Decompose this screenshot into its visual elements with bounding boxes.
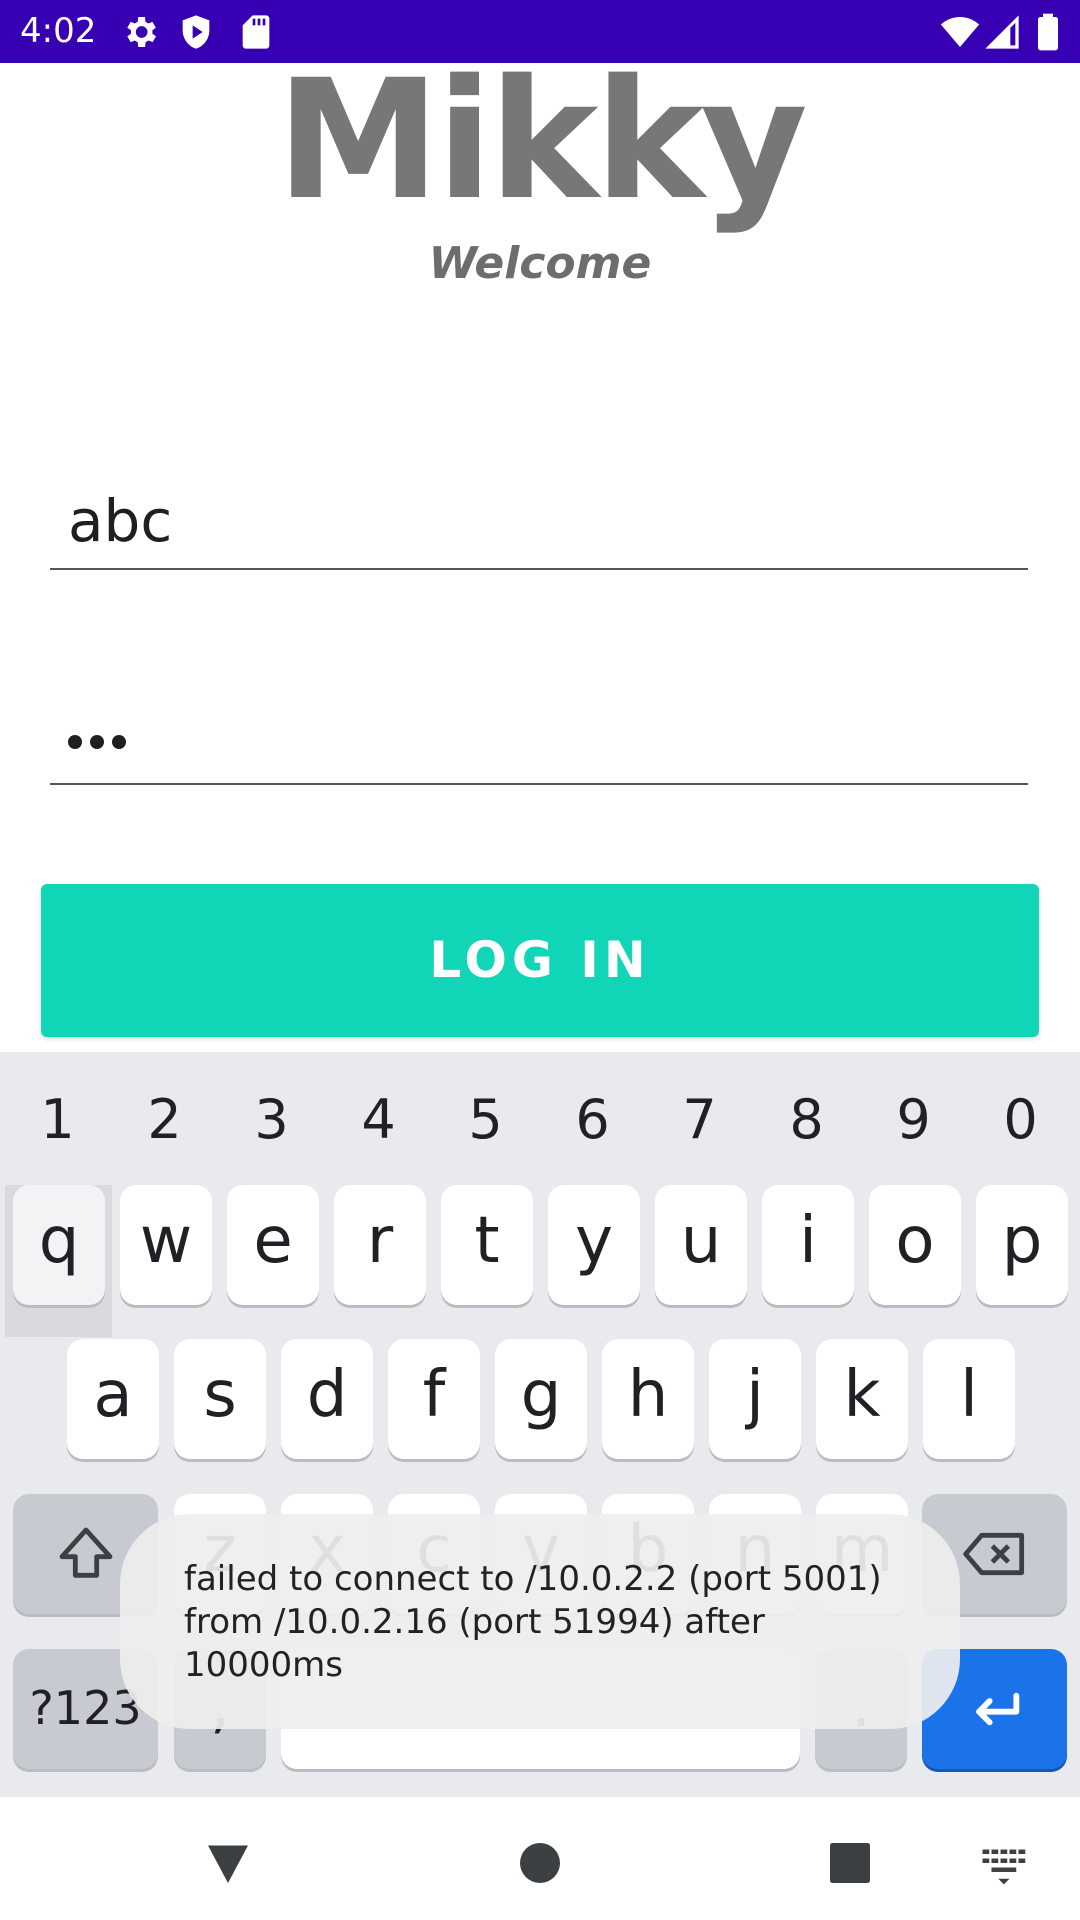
username-value: abc	[68, 487, 173, 555]
key-s[interactable]: s	[174, 1339, 266, 1459]
key-o[interactable]: o	[869, 1185, 961, 1305]
key-t[interactable]: t	[441, 1185, 533, 1305]
app-title: Mikky	[276, 44, 808, 236]
key-9[interactable]: 9	[860, 1080, 967, 1160]
key-7[interactable]: 7	[646, 1080, 753, 1160]
back-icon[interactable]	[198, 1833, 258, 1893]
shield-play-icon	[182, 15, 210, 49]
key-5[interactable]: 5	[432, 1080, 539, 1160]
keyboard-number-row: 1 2 3 4 5 6 7 8 9 0	[0, 1080, 1080, 1160]
wifi-icon	[940, 17, 980, 47]
key-e[interactable]: e	[227, 1185, 319, 1305]
key-g[interactable]: g	[495, 1339, 587, 1459]
key-w[interactable]: w	[120, 1185, 212, 1305]
password-value	[68, 719, 134, 749]
home-icon[interactable]	[510, 1833, 570, 1893]
password-dot	[68, 735, 82, 749]
key-u[interactable]: u	[655, 1185, 747, 1305]
key-a[interactable]: a	[67, 1339, 159, 1459]
recents-icon[interactable]	[820, 1833, 880, 1893]
key-6[interactable]: 6	[539, 1080, 646, 1160]
key-f[interactable]: f	[388, 1339, 480, 1459]
shift-icon	[59, 1527, 112, 1578]
settings-icon	[127, 17, 156, 47]
username-field[interactable]: abc	[50, 480, 1028, 570]
key-h[interactable]: h	[602, 1339, 694, 1459]
key-4[interactable]: 4	[325, 1080, 432, 1160]
key-y[interactable]: y	[548, 1185, 640, 1305]
backspace-icon	[962, 1532, 1024, 1576]
password-dot	[112, 735, 126, 749]
login-button[interactable]: LOG IN	[41, 884, 1039, 1037]
navigation-bar	[0, 1797, 1080, 1920]
password-field[interactable]	[50, 695, 1028, 785]
password-dot	[90, 735, 104, 749]
error-toast: failed to connect to /10.0.2.2 (port 500…	[120, 1514, 960, 1729]
enter-arrow-icon	[975, 1692, 1019, 1726]
key-q[interactable]: q	[13, 1185, 105, 1305]
key-0[interactable]: 0	[967, 1080, 1074, 1160]
key-r[interactable]: r	[334, 1185, 426, 1305]
key-j[interactable]: j	[709, 1339, 801, 1459]
battery-icon	[1038, 13, 1058, 51]
status-time: 4:02	[20, 11, 97, 51]
key-2[interactable]: 2	[111, 1080, 218, 1160]
key-i[interactable]: i	[762, 1185, 854, 1305]
welcome-subtitle: Welcome	[428, 238, 652, 289]
key-p[interactable]: p	[976, 1185, 1068, 1305]
key-3[interactable]: 3	[218, 1080, 325, 1160]
key-1[interactable]: 1	[4, 1080, 111, 1160]
key-l[interactable]: l	[923, 1339, 1015, 1459]
toast-message: failed to connect to /10.0.2.2 (port 500…	[184, 1559, 882, 1685]
signal-icon	[985, 15, 1019, 49]
sd-card-icon	[242, 15, 270, 49]
key-k[interactable]: k	[816, 1339, 908, 1459]
keyboard-switch-icon[interactable]	[978, 1833, 1032, 1893]
key-d[interactable]: d	[281, 1339, 373, 1459]
key-8[interactable]: 8	[753, 1080, 860, 1160]
